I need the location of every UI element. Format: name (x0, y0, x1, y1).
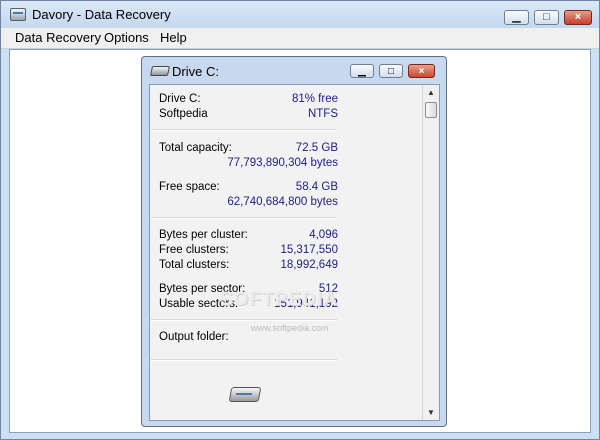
output-folder-label: Output folder: (159, 331, 229, 343)
drive-label: Drive C: (159, 93, 201, 105)
free-space-label: Free space: (159, 181, 220, 193)
total-clusters-label: Total clusters: (159, 259, 230, 271)
volume-label: Softpedia (159, 108, 208, 120)
minimize-icon: ▁ (358, 65, 366, 77)
maximize-button[interactable]: □ (534, 10, 559, 25)
total-capacity-label: Total capacity: (159, 142, 232, 154)
total-capacity-gb: 72.5 GB (295, 142, 338, 154)
total-clusters-row: Total clusters: 18,992,649 (159, 259, 338, 274)
close-button[interactable]: × (564, 10, 592, 25)
filesystem-value: NTFS (307, 108, 338, 120)
menu-help[interactable]: Help (160, 30, 187, 45)
total-capacity-bytes: 77,793,890,304 bytes (227, 157, 338, 169)
child-minimize-button[interactable]: ▁ (350, 64, 374, 78)
separator (151, 359, 337, 361)
maximize-icon: □ (387, 65, 395, 77)
drive-window-title: Drive C: (172, 64, 219, 79)
main-window: Davory - Data Recovery ▁ □ × Data Recove… (0, 0, 600, 440)
child-close-button[interactable]: × (408, 64, 435, 78)
total-clusters-value: 18,992,649 (280, 259, 338, 271)
app-icon (10, 8, 26, 21)
vertical-scrollbar[interactable]: ▲ ▼ (422, 85, 439, 420)
bytes-per-sector-label: Bytes per sector: (159, 283, 246, 295)
usable-sectors-value: 151,941,192 (274, 298, 338, 310)
total-capacity-row: Total capacity: 72.5 GB (159, 142, 338, 157)
bytes-per-cluster-label: Bytes per cluster: (159, 229, 248, 241)
menu-options[interactable]: Options (104, 30, 149, 45)
free-clusters-label: Free clusters: (159, 244, 229, 256)
drive-icon (149, 66, 171, 76)
free-space-row: Free space: 58.4 GB (159, 181, 338, 196)
output-folder-row: Output folder: (159, 331, 335, 346)
drive-row: Drive C: 81% free (159, 93, 338, 108)
drive-window-title-bar[interactable]: Drive C: ▁ □ × (142, 57, 446, 84)
bytes-per-sector-value: 512 (318, 283, 338, 295)
free-space-gb: 58.4 GB (295, 181, 338, 193)
scroll-up-icon[interactable]: ▲ (423, 85, 439, 100)
separator (151, 319, 337, 321)
separator (151, 217, 337, 219)
scroll-down-icon[interactable]: ▼ (423, 405, 439, 420)
menu-data-recovery[interactable]: Data Recovery (15, 30, 101, 45)
bytes-per-sector-row: Bytes per sector: 512 (159, 283, 338, 298)
usable-sectors-row: Usable sectors: 151,941,192 (159, 298, 338, 313)
scroll-thumb[interactable] (425, 102, 437, 118)
minimize-button[interactable]: ▁ (504, 10, 529, 25)
free-clusters-value: 15,317,550 (280, 244, 338, 256)
drive-free-percent: 81% free (291, 93, 338, 105)
bytes-per-cluster-value: 4,096 (309, 229, 338, 241)
close-icon: × (418, 65, 425, 77)
maximize-icon: □ (543, 11, 550, 23)
separator (151, 129, 337, 131)
child-maximize-button[interactable]: □ (379, 64, 403, 78)
title-bar[interactable]: Davory - Data Recovery ▁ □ × (1, 1, 599, 28)
free-space-bytes: 62,740,684,800 bytes (227, 196, 338, 208)
filesystem-row: Softpedia NTFS (159, 108, 338, 123)
minimize-icon: ▁ (512, 11, 521, 23)
bytes-per-cluster-row: Bytes per cluster: 4,096 (159, 229, 338, 244)
menu-bar: Data Recovery Options Help (1, 28, 599, 49)
close-icon: × (574, 11, 582, 23)
drive-info-panel: Drive C: 81% free Softpedia NTFS Total c… (149, 84, 440, 421)
drive-info-window: Drive C: ▁ □ × Drive C: 81% free Softped… (141, 56, 447, 427)
free-clusters-row: Free clusters: 15,317,550 (159, 244, 338, 259)
drive-icon (228, 387, 262, 402)
total-capacity-bytes-row: 77,793,890,304 bytes (159, 157, 338, 172)
free-space-bytes-row: 62,740,684,800 bytes (159, 196, 338, 211)
window-title: Davory - Data Recovery (32, 7, 171, 22)
usable-sectors-label: Usable sectors: (159, 298, 239, 310)
